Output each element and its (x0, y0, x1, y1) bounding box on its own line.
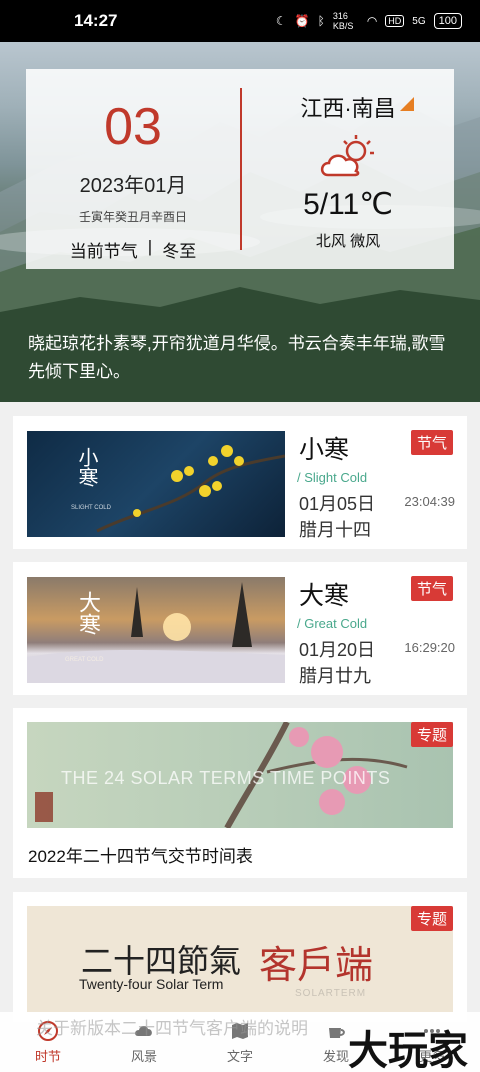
topic-caption: 2022年二十四节气交节时间表 (28, 847, 253, 866)
alarm-icon: ⏰ (294, 14, 310, 28)
hero-section: 03 2023年01月 壬寅年癸丑月辛酉日 当前节气 | 冬至 江西·南昌 5/… (0, 42, 480, 402)
nav-label: 风景 (130, 1048, 157, 1064)
term-tag: 节气 (410, 576, 453, 601)
status-time: 14:27 (74, 11, 118, 30)
banner-subtitle: SOLARTERM (295, 988, 367, 999)
snow-landscape-image (27, 582, 285, 683)
topic-card-time-points[interactable]: THE 24 SOLAR TERMS TIME POINTS 专题 2022年二… (13, 708, 467, 878)
term-title: 大寒 (299, 582, 350, 610)
nav-label: 文字 (226, 1048, 253, 1064)
term-lunar-date: 腊月廿九 (299, 666, 371, 686)
term-english: / Great Cold (297, 616, 368, 631)
image-subtitle: SLIGHT COLD (71, 505, 111, 511)
banner-right-title: 客戶端 (259, 943, 374, 987)
announcement-overlay[interactable]: 关于新版本二十四节气客户端的说明 (36, 1014, 308, 1039)
current-term-line: 当前节气 | 冬至 (70, 237, 196, 262)
term-title: 小寒 (299, 436, 350, 464)
topic-card-client[interactable]: 二十四節氣 Twenty-four Solar Term 客戶端 SOLARTE… (13, 892, 467, 1022)
status-icons: ☾ ⏰ ᛒ 316 KB/S ◠ HD 5G 100 (276, 11, 462, 31)
status-bar: 14:27 ☾ ⏰ ᛒ 316 KB/S ◠ HD 5G 100 (0, 0, 480, 42)
current-term-value: 冬至 (162, 242, 197, 261)
temperature: 5/11℃ (303, 188, 393, 221)
watermark-logo: 大玩家 (348, 1029, 468, 1072)
cup-icon (329, 1027, 345, 1038)
wind-info: 北风 微风 (315, 233, 381, 250)
date-weather-card[interactable]: 03 2023年01月 壬寅年癸丑月辛酉日 当前节气 | 冬至 江西·南昌 5/… (26, 69, 454, 269)
term-time: 23:04:39 (404, 494, 455, 509)
date-panel: 03 2023年01月 壬寅年癸丑月辛酉日 当前节气 | 冬至 (26, 69, 240, 269)
network-speed: 316 KB/S (332, 11, 354, 31)
image-title: 小寒 (75, 447, 99, 487)
term-date: 01月20日 (299, 640, 376, 660)
nav-label: 发现 (322, 1048, 349, 1064)
battery-icon: 100 (433, 13, 462, 29)
current-term-label: 当前节气 (69, 242, 138, 261)
term-card-great-cold[interactable]: 大寒 GREAT COLD 大寒 / Great Cold 01月20日 16:… (13, 562, 467, 695)
location-arrow-icon[interactable] (400, 97, 414, 111)
ganzhi-date: 壬寅年癸丑月辛酉日 (78, 210, 187, 224)
topic-banner: 二十四節氣 Twenty-four Solar Term 客戶端 SOLARTE… (27, 906, 453, 1012)
topic-tag: 专题 (410, 906, 453, 931)
partly-cloudy-icon (320, 135, 374, 177)
location-label[interactable]: 江西·南昌 (300, 91, 395, 123)
moon-icon: ☾ (275, 14, 287, 28)
image-title: 大寒 (75, 591, 100, 635)
term-card-slight-cold[interactable]: 小寒 SLIGHT COLD 小寒 / Slight Cold 01月05日 2… (13, 416, 467, 549)
poem-text: 晓起琼花扑素琴,开帘犹道月华侵。书云合奏丰年瑞,歌雪先倾下里心。 (28, 334, 446, 381)
day-number: 03 (104, 98, 162, 156)
plum-branch-image (96, 445, 285, 533)
banner-english: Twenty-four Solar Term (79, 976, 224, 992)
image-subtitle: GREAT COLD (65, 657, 104, 663)
bluetooth-icon: ᛒ (317, 14, 325, 28)
term-date: 01月05日 (299, 494, 376, 514)
signal-icon: 5G (412, 15, 426, 27)
banner-text: THE 24 SOLAR TERMS TIME POINTS (61, 768, 391, 788)
term-english: / Slight Cold (297, 470, 368, 485)
wifi-icon: ◠ (366, 14, 378, 28)
hd-icon: HD (385, 15, 405, 27)
year-month: 2023年01月 (79, 175, 187, 197)
term-tag: 节气 (410, 430, 453, 455)
topic-tag: 专题 (410, 722, 453, 747)
term-lunar-date: 腊月十四 (299, 520, 371, 540)
term-image: 小寒 SLIGHT COLD (27, 431, 285, 537)
term-separator: | (147, 237, 153, 256)
weather-panel: 江西·南昌 5/11℃ 北风 微风 (242, 69, 454, 269)
term-image: 大寒 GREAT COLD (27, 577, 285, 683)
term-time: 16:29:20 (404, 640, 455, 655)
nav-label: 时节 (34, 1048, 61, 1064)
topic-banner: THE 24 SOLAR TERMS TIME POINTS (27, 722, 453, 828)
